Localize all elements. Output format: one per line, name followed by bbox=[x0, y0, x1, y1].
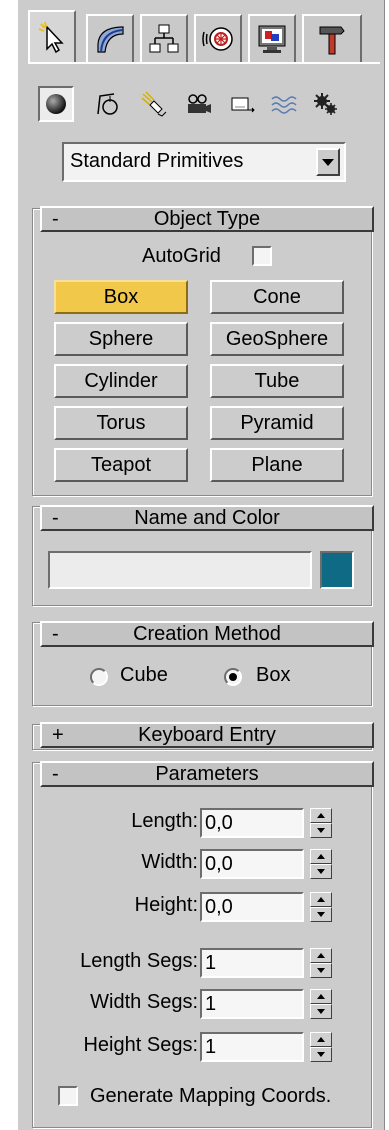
width-spinner[interactable] bbox=[310, 849, 332, 879]
hierarchy-tab[interactable] bbox=[140, 14, 188, 62]
length-segs-spinner[interactable] bbox=[310, 948, 332, 978]
height-segs-label: Height Segs: bbox=[83, 1034, 198, 1056]
category-cameras[interactable] bbox=[180, 86, 216, 122]
dropdown-value: Standard Primitives bbox=[70, 150, 244, 172]
width-label: Width: bbox=[141, 851, 198, 873]
object-name-field[interactable] bbox=[48, 551, 312, 589]
tube-button[interactable]: Tube bbox=[210, 364, 344, 398]
chevron-down-icon[interactable] bbox=[316, 148, 340, 176]
lights-icon bbox=[141, 91, 167, 117]
rollout-title: Object Type bbox=[153, 208, 261, 230]
category-lights[interactable] bbox=[136, 86, 172, 122]
pyramid-button[interactable]: Pyramid bbox=[210, 406, 344, 440]
length-label: Length: bbox=[131, 810, 198, 832]
category-shapes[interactable] bbox=[90, 86, 126, 122]
cone-button[interactable]: Cone bbox=[210, 280, 344, 314]
display-tab[interactable] bbox=[248, 14, 296, 62]
motion-tab[interactable] bbox=[194, 14, 242, 62]
category-space-warps[interactable] bbox=[266, 86, 302, 122]
rollout-title: Name and Color bbox=[134, 507, 280, 529]
autogrid-checkbox[interactable] bbox=[252, 246, 272, 266]
category-geometry[interactable] bbox=[38, 86, 74, 122]
generate-mapping-checkbox[interactable] bbox=[58, 1086, 78, 1106]
tab-underline bbox=[28, 62, 380, 64]
height-label: Height: bbox=[134, 894, 198, 916]
rollout-title: Keyboard Entry bbox=[138, 724, 276, 746]
display-monitor-icon bbox=[258, 25, 286, 53]
object-color-swatch[interactable] bbox=[320, 551, 354, 589]
width-segs-label: Width Segs: bbox=[90, 991, 198, 1013]
length-segs-field[interactable]: 1 bbox=[200, 948, 304, 978]
box-radio-label: Box bbox=[256, 664, 291, 686]
rollout-title: Parameters bbox=[155, 763, 259, 785]
utilities-hammer-icon bbox=[319, 26, 345, 55]
create-tab[interactable] bbox=[28, 10, 76, 64]
modify-tab[interactable] bbox=[86, 14, 134, 62]
height-segs-spinner[interactable] bbox=[310, 1032, 332, 1062]
motion-icon bbox=[202, 27, 233, 51]
primitive-type-dropdown[interactable]: Standard Primitives bbox=[62, 142, 346, 182]
height-field[interactable]: 0,0 bbox=[200, 892, 304, 922]
height-segs-field[interactable]: 1 bbox=[200, 1032, 304, 1062]
systems-icon bbox=[314, 93, 337, 115]
utilities-tab[interactable] bbox=[302, 14, 362, 62]
box-button[interactable]: Box bbox=[54, 280, 188, 314]
name-and-color-header[interactable]: - Name and Color bbox=[40, 505, 374, 531]
helpers-icon bbox=[231, 97, 255, 113]
create-arrow-icon bbox=[38, 21, 64, 54]
creation-method-header[interactable]: - Creation Method bbox=[40, 621, 374, 647]
width-field[interactable]: 0,0 bbox=[200, 849, 304, 879]
cube-radio[interactable] bbox=[90, 668, 108, 686]
parameters-header[interactable]: - Parameters bbox=[40, 761, 374, 787]
height-spinner[interactable] bbox=[310, 892, 332, 922]
space-warps-icon bbox=[271, 96, 297, 114]
cameras-icon bbox=[188, 94, 211, 113]
torus-button[interactable]: Torus bbox=[54, 406, 188, 440]
keyboard-entry-header[interactable]: + Keyboard Entry bbox=[40, 722, 374, 748]
generate-mapping-label: Generate Mapping Coords. bbox=[90, 1085, 332, 1107]
object-type-header[interactable]: - Object Type bbox=[40, 206, 374, 232]
length-field[interactable]: 0,0 bbox=[200, 808, 304, 838]
autogrid-label: AutoGrid bbox=[142, 245, 221, 267]
width-segs-spinner[interactable] bbox=[310, 989, 332, 1019]
box-radio[interactable] bbox=[224, 668, 242, 686]
category-systems[interactable] bbox=[308, 86, 344, 122]
plane-button[interactable]: Plane bbox=[210, 448, 344, 482]
modify-bend-icon bbox=[97, 26, 124, 53]
cylinder-button[interactable]: Cylinder bbox=[54, 364, 188, 398]
teapot-button[interactable]: Teapot bbox=[54, 448, 188, 482]
sphere-button[interactable]: Sphere bbox=[54, 322, 188, 356]
geometry-sphere-icon bbox=[46, 94, 66, 114]
category-helpers[interactable] bbox=[224, 86, 260, 122]
command-panel: Standard Primitives - Object Type AutoGr… bbox=[17, 0, 385, 1130]
width-segs-field[interactable]: 1 bbox=[200, 989, 304, 1019]
shapes-icon bbox=[97, 93, 118, 115]
length-spinner[interactable] bbox=[310, 808, 332, 838]
cube-radio-label: Cube bbox=[120, 664, 168, 686]
geosphere-button[interactable]: GeoSphere bbox=[210, 322, 344, 356]
hierarchy-icon bbox=[149, 24, 179, 53]
rollout-title: Creation Method bbox=[133, 623, 281, 645]
length-segs-label: Length Segs: bbox=[80, 950, 198, 972]
